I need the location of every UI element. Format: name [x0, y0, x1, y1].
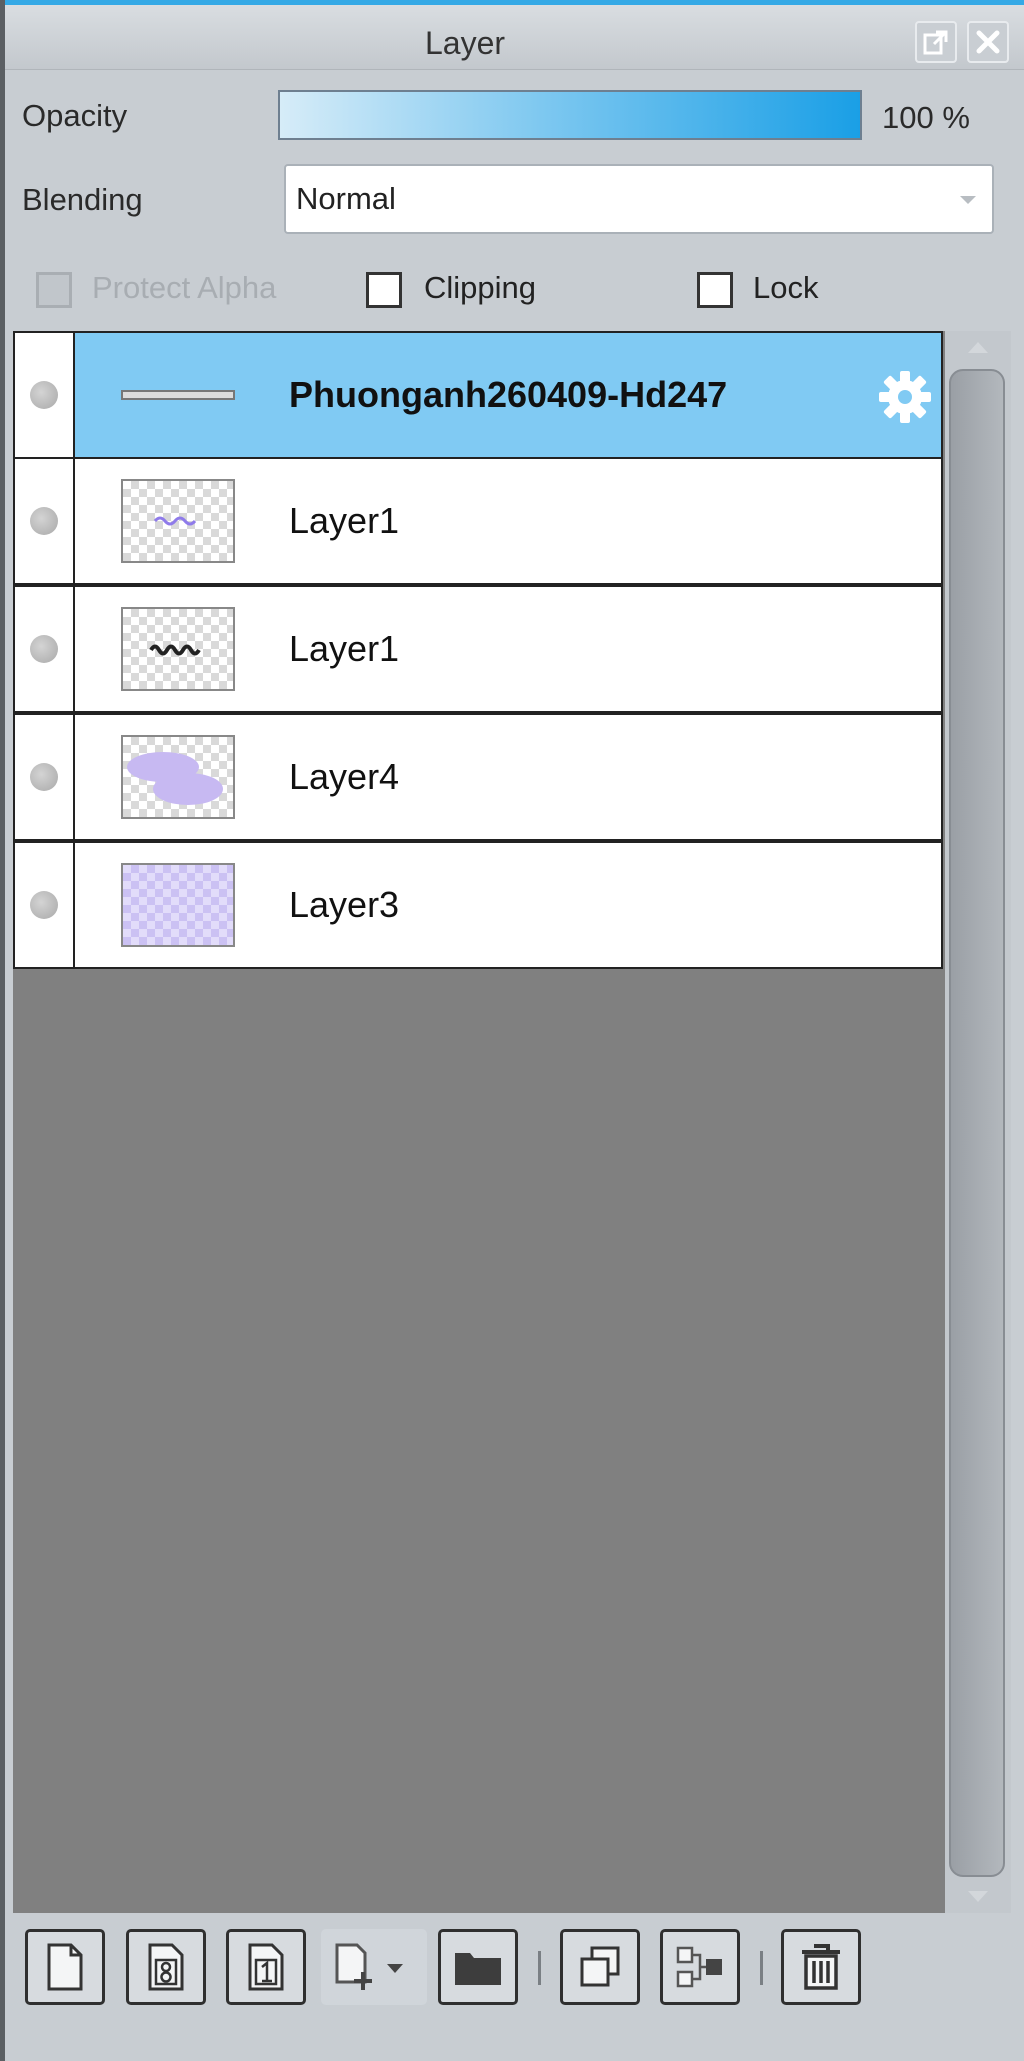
protect-alpha-checkbox[interactable] — [36, 272, 72, 308]
popout-icon — [923, 30, 948, 55]
panel-title: Layer — [424, 25, 506, 61]
visibility-icon — [30, 891, 58, 919]
visibility-icon — [30, 381, 58, 409]
close-icon — [976, 30, 1000, 54]
blending-select-value: Normal — [296, 181, 396, 216]
scrollbar-thumb[interactable] — [949, 369, 1005, 1877]
merge-down-button[interactable] — [660, 1929, 740, 2005]
layer-row[interactable]: Phuonganh260409-Hd247 — [13, 331, 943, 459]
toolbar-separator — [538, 1951, 541, 1985]
layer-row[interactable]: Layer4 — [13, 713, 943, 841]
window-left-border — [0, 0, 5, 2061]
thumbnail-content — [127, 752, 223, 805]
opacity-slider[interactable] — [278, 90, 862, 140]
layer-row[interactable]: Layer1 — [13, 457, 943, 585]
visibility-toggle[interactable] — [15, 587, 75, 711]
visibility-toggle[interactable] — [15, 459, 75, 583]
add-layer-dropdown-icon — [335, 1943, 403, 1990]
delete-layer-button[interactable] — [781, 1929, 861, 2005]
folder-thumbnail — [121, 390, 235, 400]
chevron-down-icon — [960, 196, 976, 204]
add-layer-dropdown-button[interactable] — [321, 1929, 427, 2005]
layer-thumbnail — [121, 607, 235, 691]
duplicate-layer-icon — [580, 1946, 620, 1987]
visibility-toggle[interactable] — [15, 715, 75, 839]
new-layer-icon — [47, 1943, 83, 1991]
visibility-icon — [30, 507, 58, 535]
clipping-checkbox[interactable] — [366, 272, 402, 308]
opacity-value: 100 % — [882, 100, 970, 135]
opacity-label: Opacity — [22, 98, 128, 133]
visibility-toggle[interactable] — [15, 333, 75, 457]
layer-name: Layer1 — [289, 628, 400, 669]
layer-name: Layer4 — [289, 756, 400, 797]
toolbar-separator — [760, 1951, 763, 1985]
layer-thumbnail — [121, 479, 235, 563]
merge-down-icon — [676, 1946, 722, 1988]
new-1bit-layer-button[interactable] — [226, 1929, 306, 2005]
layer-name: Layer3 — [289, 884, 400, 925]
panel-titlebar[interactable]: Layer — [5, 5, 1024, 70]
layer-row[interactable]: Layer1 — [13, 585, 943, 713]
visibility-icon — [30, 635, 58, 663]
close-button[interactable] — [967, 21, 1009, 63]
new-folder-button[interactable] — [438, 1929, 518, 2005]
clipping-label: Clipping — [424, 270, 537, 305]
scroll-up-icon[interactable] — [966, 339, 990, 355]
blending-select[interactable]: Normal — [284, 164, 994, 234]
delete-layer-icon — [802, 1944, 840, 1990]
scroll-down-icon[interactable] — [966, 1889, 990, 1905]
layer-list-scrollbar[interactable] — [945, 331, 1011, 1913]
layer-name: Layer1 — [289, 500, 400, 541]
opacity-slider-fill — [280, 92, 860, 138]
lock-label: Lock — [753, 270, 819, 305]
duplicate-layer-button[interactable] — [560, 1929, 640, 2005]
layer-row[interactable]: Layer3 — [13, 841, 943, 969]
popout-button[interactable] — [915, 21, 957, 63]
new-8bit-layer-button[interactable] — [126, 1929, 206, 2005]
thumbnail-content — [149, 644, 201, 656]
new-1bit-layer-icon — [248, 1943, 284, 1991]
visibility-icon — [30, 763, 58, 791]
new-layer-button[interactable] — [25, 1929, 105, 2005]
protect-alpha-label: Protect Alpha — [92, 270, 277, 305]
thumbnail-content — [153, 516, 197, 526]
new-8bit-layer-icon — [148, 1943, 184, 1991]
layer-name: Phuonganh260409-Hd247 — [289, 374, 728, 415]
new-folder-icon — [455, 1953, 501, 1985]
layer-toolbar — [5, 1913, 1024, 2061]
layer-thumbnail — [121, 735, 235, 819]
blending-label: Blending — [22, 182, 143, 217]
lock-checkbox[interactable] — [697, 272, 733, 308]
visibility-toggle[interactable] — [15, 843, 75, 967]
layer-list[interactable]: Phuonganh260409-Hd247 Layer1 Layer1 Laye… — [13, 331, 945, 1913]
gear-icon[interactable] — [875, 367, 935, 427]
layer-thumbnail — [121, 863, 235, 947]
